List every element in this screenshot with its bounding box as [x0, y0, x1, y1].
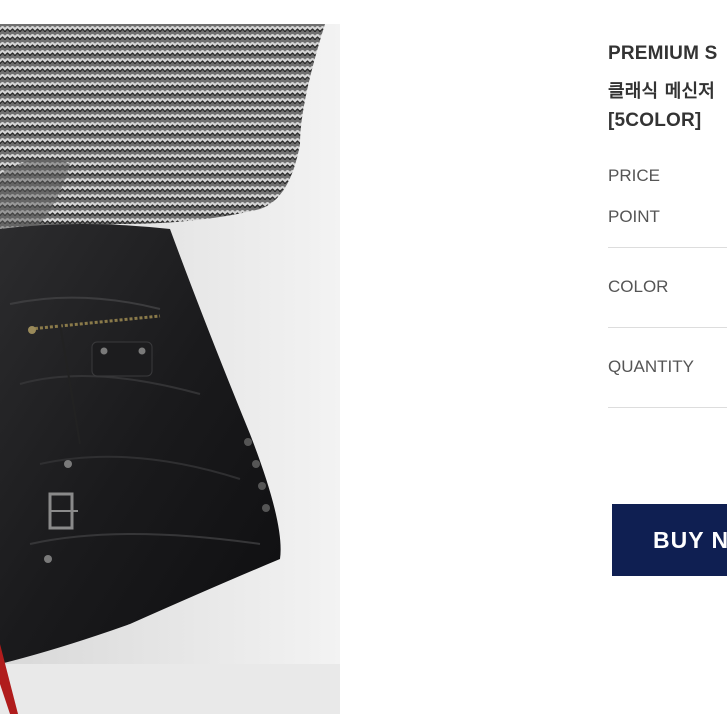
price-label: PRICE [608, 166, 660, 185]
divider [608, 407, 727, 408]
buy-now-button[interactable]: BUY N [612, 504, 727, 576]
quantity-option-label: QUANTITY [608, 357, 694, 376]
divider [608, 327, 727, 328]
product-detail-page: PREMIUM S 클래식 메신저 [5COLOR] PRICE POINT C… [0, 0, 727, 727]
product-title-line-1: PREMIUM S [608, 43, 718, 64]
product-info-panel: PREMIUM S 클래식 메신저 [5COLOR] PRICE POINT C… [608, 0, 727, 727]
divider [608, 247, 727, 248]
product-title-line-2: 클래식 메신저 [608, 81, 716, 102]
color-option-label: COLOR [608, 277, 669, 296]
point-label: POINT [608, 207, 660, 226]
product-title-line-3: [5COLOR] [608, 110, 702, 131]
product-image[interactable] [0, 24, 340, 714]
bag-photo-graphic [0, 24, 340, 714]
